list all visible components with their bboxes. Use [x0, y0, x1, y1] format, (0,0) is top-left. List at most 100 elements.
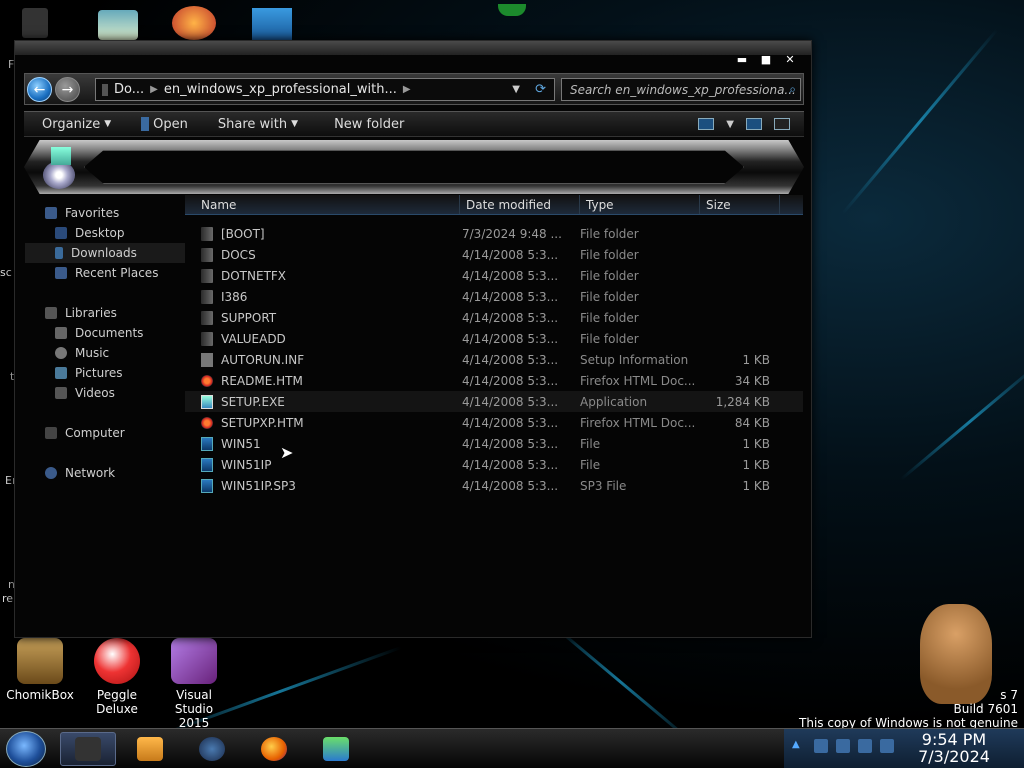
- breadcrumb-separator-icon[interactable]: ▶: [150, 84, 158, 95]
- chevron-down-icon[interactable]: ▼: [726, 119, 734, 130]
- address-dropdown-icon[interactable]: ▼: [512, 84, 520, 95]
- refresh-icon[interactable]: ⟳: [535, 82, 546, 97]
- file-row[interactable]: WIN51 4/14/2008 5:3... File 1 KB: [185, 433, 803, 454]
- desktop-icon-chomikbox[interactable]: ChomikBox: [0, 638, 80, 702]
- nav-videos[interactable]: Videos: [25, 383, 185, 403]
- start-button[interactable]: [6, 731, 46, 767]
- green-indicator: [498, 4, 526, 16]
- file-row[interactable]: AUTORUN.INF 4/14/2008 5:3... Setup Informa…: [185, 349, 803, 370]
- clock[interactable]: 9:54 PM 7/3/2024: [894, 731, 1014, 765]
- organize-button[interactable]: Organize ▼: [42, 117, 111, 132]
- open-icon: [141, 117, 150, 131]
- app-icon: [323, 737, 349, 761]
- nav-label: Documents: [75, 326, 144, 340]
- taskbar-media-button[interactable]: [122, 732, 178, 766]
- taskbar: ▲ 9:54 PM 7/3/2024: [0, 728, 1024, 768]
- nav-label: Music: [75, 346, 110, 360]
- file-date: 4/14/2008 5:3...: [462, 352, 559, 367]
- desktop-icon-visual-studio[interactable]: Visual Studio 2015: [154, 638, 234, 728]
- file-date: 7/3/2024 9:48 ...: [462, 226, 562, 241]
- nav-pictures[interactable]: Pictures: [25, 363, 185, 383]
- nav-computer[interactable]: Computer: [25, 423, 185, 443]
- change-view-icon[interactable]: [698, 118, 715, 130]
- column-header-size[interactable]: Size: [700, 195, 780, 214]
- desktop-icon-partial[interactable]: [172, 6, 216, 40]
- volume-tray-icon[interactable]: [880, 739, 894, 753]
- nav-favorites[interactable]: Favorites: [25, 203, 185, 223]
- breadcrumb-segment[interactable]: en_windows_xp_professional_with...: [164, 82, 397, 97]
- back-button[interactable]: ←: [27, 77, 52, 102]
- taskbar-globe-button[interactable]: [184, 732, 240, 766]
- share-with-button[interactable]: Share with ▼: [218, 117, 298, 132]
- file-row[interactable]: I386 4/14/2008 5:3... File folder: [185, 286, 803, 307]
- column-header-date[interactable]: Date modified: [460, 195, 580, 214]
- file-row[interactable]: [BOOT] 7/3/2024 9:48 ... File folder: [185, 223, 803, 244]
- nav-desktop[interactable]: Desktop: [25, 223, 185, 243]
- taskbar-firefox-button[interactable]: [246, 732, 302, 766]
- file-row[interactable]: SETUP.EXE 4/14/2008 5:3... Application 1,28…: [185, 391, 803, 412]
- taskbar-explorer-button[interactable]: [60, 732, 116, 766]
- disc-install-icon: [37, 145, 81, 189]
- file-name-cell: DOTNETFX: [185, 268, 460, 283]
- file-name: README.HTM: [221, 373, 303, 388]
- taskbar-app-button[interactable]: [308, 732, 364, 766]
- column-header-name[interactable]: Name: [185, 195, 460, 214]
- folder-icon: [201, 247, 213, 262]
- desktop-icon-peggle[interactable]: Peggle Deluxe: [77, 638, 157, 716]
- folder-icon: [201, 289, 213, 304]
- file-name-cell: WIN51: [185, 436, 460, 451]
- maximize-button[interactable]: ■: [759, 53, 773, 66]
- file-date: 4/14/2008 5:3...: [462, 415, 559, 430]
- nav-libraries[interactable]: Libraries: [25, 303, 185, 323]
- forward-button[interactable]: →: [55, 77, 80, 102]
- file-row[interactable]: DOTNETFX 4/14/2008 5:3... File folder: [185, 265, 803, 286]
- file-row[interactable]: WIN51IP.SP3 4/14/2008 5:3... SP3 File 1 KB: [185, 475, 803, 496]
- nav-music[interactable]: Music: [25, 343, 185, 363]
- file-type: File folder: [580, 331, 639, 346]
- file-name: WIN51IP: [221, 457, 272, 472]
- libraries-icon: [45, 307, 57, 319]
- file-row[interactable]: DOCS 4/14/2008 5:3... File folder: [185, 244, 803, 265]
- nav-recent-places[interactable]: Recent Places: [25, 263, 185, 283]
- file-type: SP3 File: [580, 478, 627, 493]
- minimize-button[interactable]: ▬: [735, 53, 749, 66]
- nav-network[interactable]: Network: [25, 463, 185, 483]
- file-row[interactable]: VALUEADD 4/14/2008 5:3... File folder: [185, 328, 803, 349]
- title-bar[interactable]: [15, 41, 811, 55]
- file-row[interactable]: SUPPORT 4/14/2008 5:3... File folder: [185, 307, 803, 328]
- breadcrumb-segment[interactable]: Do...: [114, 82, 144, 97]
- column-header-type[interactable]: Type: [580, 195, 700, 214]
- file-name: DOCS: [221, 247, 256, 262]
- help-icon[interactable]: [774, 118, 790, 130]
- file-type: File folder: [580, 289, 639, 304]
- desktop-icon-partial[interactable]: [252, 8, 292, 40]
- preview-pane-icon[interactable]: [746, 118, 762, 130]
- genuine-watermark: s 7 Build 7601 This copy of Windows is n…: [799, 688, 1018, 728]
- address-bar[interactable]: Do... ▶ en_windows_xp_professional_with.…: [95, 78, 555, 101]
- new-folder-button[interactable]: New folder: [334, 117, 404, 132]
- file-row[interactable]: README.HTM 4/14/2008 5:3... Firefox HTML D…: [185, 370, 803, 391]
- file-name-cell: SUPPORT: [185, 310, 460, 325]
- search-placeholder: Search en_windows_xp_professiona...: [570, 82, 796, 97]
- file-name-cell: README.HTM: [185, 374, 460, 388]
- nav-documents[interactable]: Documents: [25, 323, 185, 343]
- file-rows: [BOOT] 7/3/2024 9:48 ... File folder DOCS 4/…: [185, 223, 803, 496]
- desktop-icon-partial[interactable]: [98, 10, 138, 40]
- file-icon: [201, 478, 213, 493]
- tray-icon[interactable]: [836, 739, 850, 753]
- file-row[interactable]: SETUPXP.HTM 4/14/2008 5:3... Firefox HTML …: [185, 412, 803, 433]
- tray-icon[interactable]: [814, 739, 828, 753]
- open-button[interactable]: Open: [141, 117, 188, 132]
- search-input[interactable]: Search en_windows_xp_professiona... ⌕: [561, 78, 801, 101]
- network-tray-icon[interactable]: [858, 739, 872, 753]
- file-row[interactable]: WIN51IP 4/14/2008 5:3... File 1 KB: [185, 454, 803, 475]
- file-name-cell: AUTORUN.INF: [185, 352, 460, 367]
- search-icon[interactable]: ⌕: [789, 82, 796, 97]
- show-hidden-icon[interactable]: ▲: [792, 739, 806, 753]
- close-button[interactable]: ✕: [783, 53, 797, 66]
- file-name: I386: [221, 289, 248, 304]
- breadcrumb-separator-icon[interactable]: ▶: [403, 84, 411, 95]
- nav-downloads[interactable]: Downloads: [25, 243, 185, 263]
- forward-arrow-icon: →: [61, 81, 74, 98]
- desktop-icon-partial[interactable]: [22, 8, 48, 38]
